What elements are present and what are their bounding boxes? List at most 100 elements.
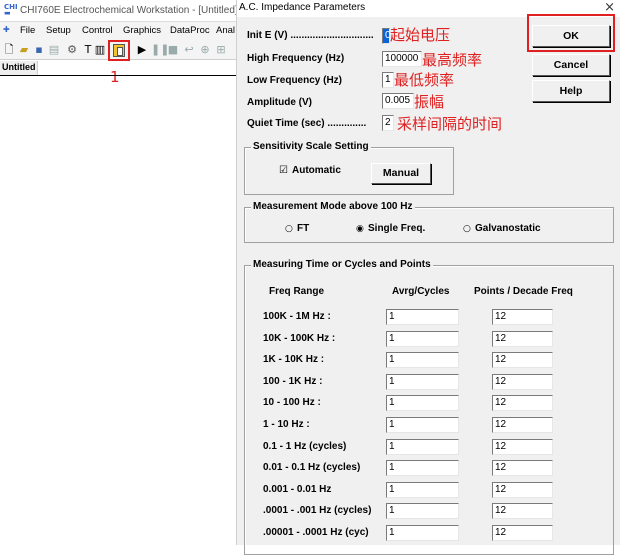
parameters-icon[interactable]: ▥ bbox=[94, 43, 106, 56]
avrg-cycles-input[interactable]: 1 bbox=[386, 374, 459, 390]
high-frequency-annotation: 最高频率 bbox=[422, 51, 483, 69]
avrg-cycles-input[interactable]: 1 bbox=[386, 309, 459, 325]
points-decade-input[interactable]: 12 bbox=[492, 395, 553, 411]
menu-bar: ✚ File Setup Control Graphics DataProc A… bbox=[0, 22, 236, 40]
freq-range-label: 10K - 100K Hz : bbox=[263, 333, 336, 344]
mode-galvanostatic-radio[interactable]: ○ Galvanostatic bbox=[463, 223, 541, 234]
sensitivity-group: Sensitivity Scale Setting ☑ Automatic Man… bbox=[244, 141, 454, 195]
points-decade-input[interactable]: 12 bbox=[492, 460, 553, 476]
avrg-cycles-input[interactable]: 1 bbox=[386, 503, 459, 519]
points-decade-input[interactable]: 12 bbox=[492, 503, 553, 519]
mode-ft-radio[interactable]: ○ FT bbox=[285, 223, 309, 234]
init-e-label: Init E (V) .............................… bbox=[247, 30, 374, 41]
cancel-button[interactable]: Cancel bbox=[532, 54, 610, 76]
points-decade-input[interactable]: 12 bbox=[492, 439, 553, 455]
automatic-checkbox[interactable]: ☑ Automatic bbox=[279, 165, 341, 176]
cancel-button-label: Cancel bbox=[553, 59, 589, 71]
freq-range-label: .00001 - .0001 Hz (cyc) bbox=[263, 527, 369, 538]
measuring-group-title: Measuring Time or Cycles and Points bbox=[251, 259, 433, 270]
amplitude-label: Amplitude (V) bbox=[247, 97, 312, 108]
avrg-cycles-input[interactable]: 1 bbox=[386, 525, 459, 541]
menu-dataproc[interactable]: DataProc bbox=[170, 25, 210, 36]
impedance-parameters-button[interactable] bbox=[108, 40, 130, 61]
freq-range-label: 100K - 1M Hz : bbox=[263, 311, 331, 322]
run-icon[interactable]: ▶ bbox=[136, 43, 148, 56]
help-button[interactable]: Help bbox=[532, 80, 610, 102]
avrg-cycles-input[interactable]: 1 bbox=[386, 395, 459, 411]
amplitude-input[interactable]: 0.005 bbox=[382, 93, 414, 109]
amplitude-annotation: 振幅 bbox=[414, 93, 445, 111]
avrg-cycles-input[interactable]: 1 bbox=[386, 460, 459, 476]
graph-icon[interactable]: ⊞ bbox=[215, 43, 227, 56]
menu-control[interactable]: Control bbox=[82, 25, 113, 36]
print-icon[interactable]: ▤ bbox=[48, 43, 60, 56]
points-decade-header: Points / Decade Freq bbox=[474, 286, 573, 297]
avrg-cycles-input[interactable]: 1 bbox=[386, 352, 459, 368]
stop-icon[interactable]: ■ bbox=[167, 43, 179, 56]
mode-single-freq-radio[interactable]: ◉ Single Freq. bbox=[356, 223, 425, 234]
zoom-icon[interactable]: ⊕ bbox=[199, 43, 211, 56]
technique-icon[interactable]: T bbox=[82, 43, 94, 56]
avrg-cycles-header: Avrg/Cycles bbox=[392, 286, 450, 297]
high-frequency-label: High Frequency (Hz) bbox=[247, 53, 345, 64]
low-frequency-input[interactable]: 1 bbox=[382, 72, 394, 88]
open-folder-icon[interactable]: ▰ bbox=[18, 43, 30, 56]
avrg-cycles-input[interactable]: 1 bbox=[386, 331, 459, 347]
automatic-label: Automatic bbox=[292, 165, 341, 176]
document-tab-label: Untitled bbox=[2, 62, 36, 72]
radio-selected-icon: ◉ bbox=[356, 224, 364, 234]
freq-range-label: 0.1 - 1 Hz (cycles) bbox=[263, 441, 347, 452]
freq-range-label: 10 - 100 Hz : bbox=[263, 397, 321, 408]
points-decade-input[interactable]: 12 bbox=[492, 374, 553, 390]
points-decade-input[interactable]: 12 bbox=[492, 331, 553, 347]
sensitivity-group-title: Sensitivity Scale Setting bbox=[251, 141, 371, 152]
avrg-cycles-input[interactable]: 1 bbox=[386, 439, 459, 455]
new-file-icon[interactable]: 🗋 bbox=[3, 43, 15, 56]
menu-file[interactable]: File bbox=[20, 25, 35, 36]
low-frequency-label: Low Frequency (Hz) bbox=[247, 75, 343, 86]
reverse-icon[interactable]: ↩ bbox=[183, 43, 195, 56]
menu-graphics[interactable]: Graphics bbox=[123, 25, 161, 36]
quiet-time-label: Quiet Time (sec) .............. bbox=[247, 118, 367, 129]
menu-analysis[interactable]: Anal bbox=[216, 25, 235, 36]
ok-button[interactable]: OK bbox=[532, 25, 610, 47]
high-frequency-input[interactable]: 100000 bbox=[382, 51, 422, 67]
save-icon[interactable]: ▪ bbox=[33, 43, 45, 56]
points-decade-input[interactable]: 12 bbox=[492, 482, 553, 498]
main-app-window: CHI ▬ CHI760E Electrochemical Workstation… bbox=[0, 0, 238, 545]
points-decade-input[interactable]: 12 bbox=[492, 417, 553, 433]
close-icon[interactable]: × bbox=[604, 0, 615, 15]
manual-button[interactable]: Manual bbox=[371, 163, 431, 184]
chi-app-icon: CHI ▬ bbox=[4, 3, 18, 17]
mode-galvanostatic-label: Galvanostatic bbox=[475, 223, 541, 234]
avrg-cycles-input[interactable]: 1 bbox=[386, 482, 459, 498]
app-title: CHI760E Electrochemical Workstation - [U… bbox=[20, 5, 238, 16]
freq-range-label: 0.01 - 0.1 Hz (cycles) bbox=[263, 462, 361, 473]
measurement-mode-group: Measurement Mode above 100 Hz ○ FT ◉ Singl… bbox=[244, 201, 614, 243]
low-frequency-annotation: 最低频率 bbox=[394, 71, 455, 89]
app-menu-icon[interactable]: ✚ bbox=[3, 25, 14, 36]
points-decade-input[interactable]: 12 bbox=[492, 309, 553, 325]
document-tab[interactable]: Untitled bbox=[0, 61, 38, 75]
dialog-title: A.C. Impedance Parameters bbox=[239, 2, 366, 13]
mode-ft-label: FT bbox=[297, 223, 310, 234]
system-icon[interactable]: ⚙ bbox=[66, 43, 78, 56]
menu-setup[interactable]: Setup bbox=[46, 25, 71, 36]
document-divider bbox=[0, 75, 236, 76]
impedance-parameters-icon bbox=[113, 44, 125, 57]
avrg-cycles-input[interactable]: 1 bbox=[386, 417, 459, 433]
app-title-bar: CHI ▬ CHI760E Electrochemical Workstation… bbox=[0, 0, 238, 22]
pause-icon[interactable]: ❚❚ bbox=[151, 43, 169, 56]
freq-range-label: 0.001 - 0.01 Hz bbox=[263, 484, 332, 495]
quiet-time-annotation: 采样间隔的时间 bbox=[397, 115, 503, 133]
quiet-time-input[interactable]: 2 bbox=[382, 115, 394, 131]
freq-range-label: 1K - 10K Hz : bbox=[263, 354, 325, 365]
checkbox-checked-icon: ☑ bbox=[279, 165, 288, 176]
points-decade-input[interactable]: 12 bbox=[492, 525, 553, 541]
freq-range-header: Freq Range bbox=[269, 286, 325, 297]
init-e-input[interactable]: 0 bbox=[382, 28, 390, 44]
freq-range-label: .0001 - .001 Hz (cycles) bbox=[263, 505, 372, 516]
ac-impedance-dialog: A.C. Impedance Parameters × Init E (V) .… bbox=[236, 0, 620, 555]
init-e-annotation: 起始电压 bbox=[390, 26, 451, 44]
points-decade-input[interactable]: 12 bbox=[492, 352, 553, 368]
